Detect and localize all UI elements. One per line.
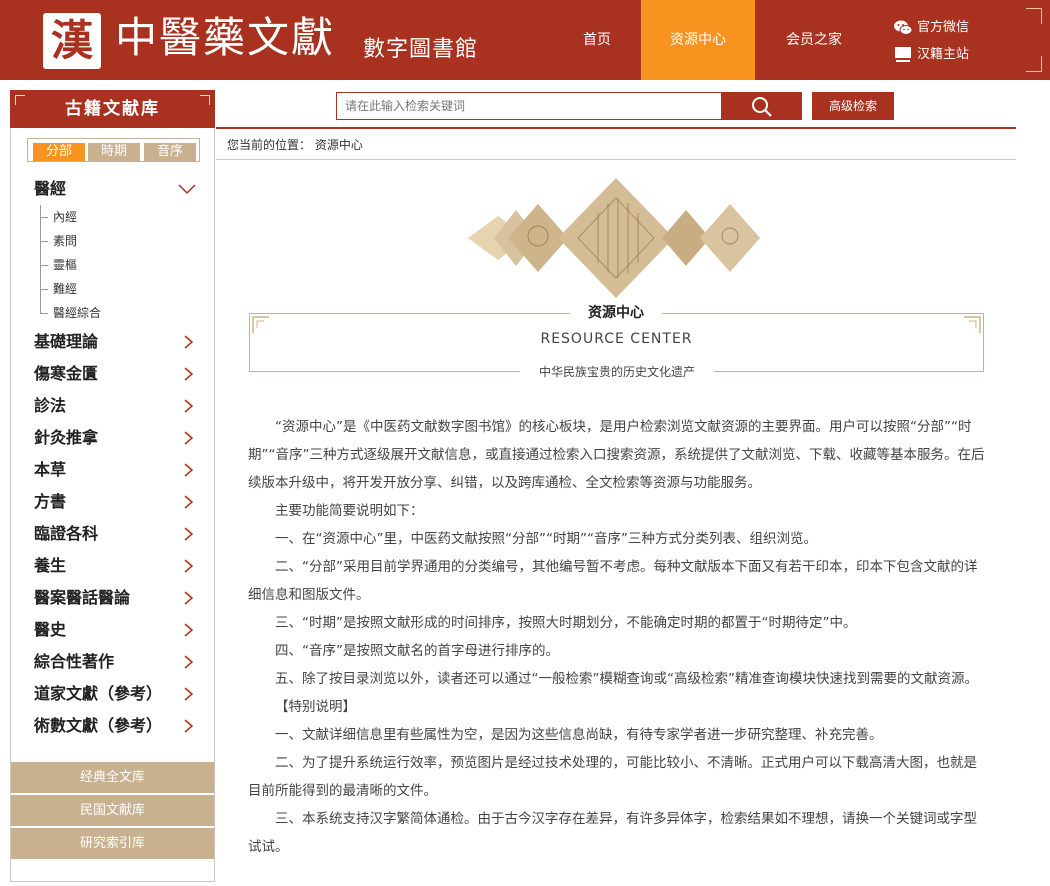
breadcrumb: 您当前的位置： 资源中心 xyxy=(227,136,363,153)
category-item-expanded[interactable]: 醫經 xyxy=(34,178,196,200)
banner-illustration xyxy=(468,178,760,298)
article-paragraph: 三、本系统支持汉字繁简体通检。由于古今汉字存在差异，有许多异体字，检索结果如不理… xyxy=(248,811,977,855)
category-label: 養生 xyxy=(34,556,67,575)
breadcrumb-current[interactable]: 资源中心 xyxy=(315,138,363,152)
chevron-right-icon xyxy=(184,527,194,541)
library-title: 古籍文献库 xyxy=(10,90,215,128)
category-item[interactable]: 本草 xyxy=(34,459,194,481)
library-button-republic[interactable]: 民国文献库 xyxy=(11,795,214,826)
category-label: 傷寒金匱 xyxy=(34,364,99,383)
corner-ornament xyxy=(200,95,210,105)
library-title-text: 古籍文献库 xyxy=(65,99,160,119)
category-label: 方書 xyxy=(34,492,67,511)
logo-subtitle: 數字圖書館 xyxy=(363,37,479,62)
logo-title[interactable]: 中醫藥文獻 xyxy=(115,10,335,66)
category-label: 醫史 xyxy=(34,620,67,639)
category-item[interactable]: 基礎理論 xyxy=(34,331,194,353)
library-button-classics[interactable]: 经典全文库 xyxy=(11,762,214,793)
chevron-right-icon xyxy=(184,655,194,669)
tab-by-pinyin[interactable]: 音序 xyxy=(144,143,196,161)
subcategory-item[interactable]: 素問 xyxy=(40,231,180,251)
corner-ornament xyxy=(15,95,25,105)
article-paragraph: 一、文献详细信息里有些属性为空，是因为这些信息尚缺，有待专家学者进一步研究整理、… xyxy=(275,727,883,743)
tab-by-period[interactable]: 時期 xyxy=(88,143,140,161)
category-item[interactable]: 針灸推拿 xyxy=(34,427,194,449)
nav-home[interactable]: 首页 xyxy=(555,0,639,80)
article-paragraph: 【特别说明】 xyxy=(275,699,356,715)
article-paragraph: 二、为了提升系统运行效率，预览图片是经过技术处理的，可能比较小、不清晰。正式用户… xyxy=(248,755,977,799)
article-paragraph: 五、除了按目录浏览以外，读者还可以通过“一般检索”模糊查询或“高级检索”精准查询… xyxy=(275,671,978,687)
article-paragraph: 一、在“资源中心”里，中医药文献按照“分部”“时期”“音序”三种方式分类列表、组… xyxy=(275,531,817,547)
header-corner-ornament xyxy=(1026,56,1042,72)
category-label: 診法 xyxy=(34,396,67,415)
category-label: 道家文獻（參考） xyxy=(34,684,163,703)
category-item[interactable]: 醫史 xyxy=(34,619,194,641)
chevron-right-icon xyxy=(184,559,194,573)
tab-by-section[interactable]: 分部 xyxy=(33,143,85,161)
category-item[interactable]: 傷寒金匱 xyxy=(34,363,194,385)
nav-resource-center[interactable]: 资源中心 xyxy=(641,0,755,80)
chevron-down-icon xyxy=(178,184,196,195)
search-button[interactable] xyxy=(722,92,802,120)
classification-tabs: 分部 時期 音序 xyxy=(27,138,200,162)
logo-seal-glyph: 漢 xyxy=(50,16,93,65)
advanced-search-button[interactable]: 高级检索 xyxy=(812,92,894,120)
category-item[interactable]: 臨證各科 xyxy=(34,523,194,545)
search-icon xyxy=(752,97,772,117)
section-tagline: 中华民族宝贵的历史文化遗产 xyxy=(520,364,714,380)
monitor-icon xyxy=(895,46,911,62)
subcategory-item[interactable]: 醫經綜合 xyxy=(40,303,180,323)
category-item[interactable]: 醫案醫話醫論 xyxy=(34,587,194,609)
category-label: 基礎理論 xyxy=(34,332,99,351)
subcategory-item[interactable]: 靈樞 xyxy=(40,255,180,275)
article-paragraph: 四、“音序”是按照文献名的首字母进行排序的。 xyxy=(275,643,559,659)
logo-seal-icon[interactable]: 漢 xyxy=(43,13,101,69)
category-item[interactable]: 術數文獻（參考） xyxy=(34,715,194,737)
chevron-right-icon xyxy=(184,591,194,605)
main-site-link[interactable]: 汉籍主站 xyxy=(893,45,969,65)
article-paragraph: 三、“时期”是按照文献形成的时间排序，按照大时期划分，不能确定时期的都置于“时期… xyxy=(275,615,857,631)
divider xyxy=(216,159,1016,160)
chevron-right-icon xyxy=(184,367,194,381)
header-corner-ornament xyxy=(1026,8,1042,24)
subcategory-item[interactable]: 內經 xyxy=(40,207,180,227)
nav-member-home[interactable]: 会员之家 xyxy=(765,0,863,80)
chevron-right-icon xyxy=(184,623,194,637)
category-item[interactable]: 道家文獻（參考） xyxy=(34,683,194,705)
chevron-right-icon xyxy=(184,335,194,349)
main-site-label: 汉籍主站 xyxy=(917,47,970,62)
category-label: 針灸推拿 xyxy=(34,428,99,447)
chevron-right-icon xyxy=(184,719,194,733)
chevron-right-icon xyxy=(184,495,194,509)
wechat-link[interactable]: 官方微信 xyxy=(893,18,969,38)
library-button-research-index[interactable]: 研究索引库 xyxy=(11,828,214,859)
article-paragraph: 主要功能简要说明如下： xyxy=(275,503,424,519)
category-item[interactable]: 方書 xyxy=(34,491,194,513)
breadcrumb-prefix: 您当前的位置： xyxy=(227,138,312,152)
category-label: 本草 xyxy=(34,460,67,479)
category-label: 醫案醫話醫論 xyxy=(34,588,131,607)
site-header: 漢 中醫藥文獻 數字圖書館 首页 资源中心 会员之家 官方微信 汉籍主站 xyxy=(0,0,1050,80)
wechat-label: 官方微信 xyxy=(917,20,970,35)
chevron-right-icon xyxy=(184,399,194,413)
article-paragraph: “资源中心”是《中医药文献数字图书馆》的核心板块，是用户检索浏览文献资源的主要界… xyxy=(248,419,985,491)
search-input[interactable] xyxy=(336,92,722,120)
category-item[interactable]: 診法 xyxy=(34,395,194,417)
divider xyxy=(216,127,1016,129)
category-label: 綜合性著作 xyxy=(34,652,115,671)
wechat-icon xyxy=(894,20,913,35)
subcategory-item[interactable]: 難經 xyxy=(40,279,180,299)
article-paragraph: 二、“分部”采用目前学界通用的分类编号，其他编号暂不考虑。每种文献版本下面又有若… xyxy=(248,559,978,603)
chevron-right-icon xyxy=(184,431,194,445)
intro-article: “资源中心”是《中医药文献数字图书馆》的核心板块，是用户检索浏览文献资源的主要界… xyxy=(248,413,990,861)
category-label: 術數文獻（參考） xyxy=(34,716,163,735)
chevron-right-icon xyxy=(184,463,194,477)
section-title-en: RESOURCE CENTER xyxy=(540,331,693,347)
category-label: 醫經 xyxy=(34,179,67,198)
section-title: 资源中心 xyxy=(570,303,662,323)
category-item[interactable]: 養生 xyxy=(34,555,194,577)
chevron-right-icon xyxy=(184,687,194,701)
category-item[interactable]: 綜合性著作 xyxy=(34,651,194,673)
category-label: 臨證各科 xyxy=(34,524,99,543)
